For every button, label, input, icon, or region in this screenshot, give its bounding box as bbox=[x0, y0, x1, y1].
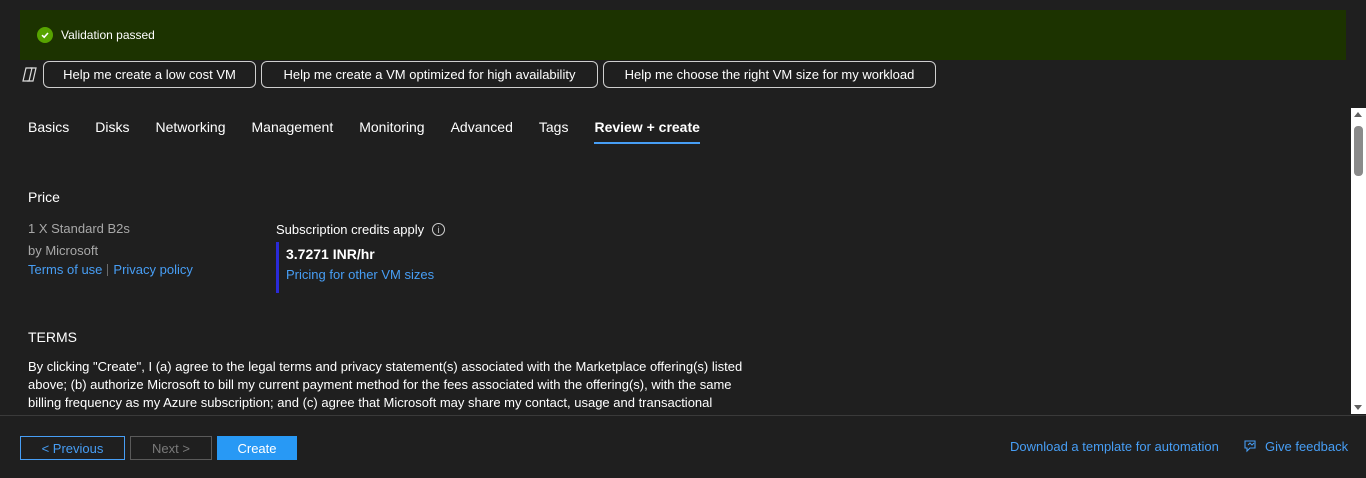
validation-banner: Validation passed bbox=[20, 10, 1346, 60]
scrollbar-thumb[interactable] bbox=[1354, 126, 1363, 176]
validation-status-text: Validation passed bbox=[61, 28, 155, 42]
link-divider bbox=[107, 263, 109, 276]
scroll-down-icon[interactable] bbox=[1354, 405, 1362, 410]
subscription-credits: Subscription credits apply i bbox=[276, 222, 446, 237]
price-summary: 3.7271 INR/hr Pricing for other VM sizes bbox=[276, 242, 434, 293]
vm-publisher: by Microsoft bbox=[28, 243, 99, 258]
download-template-link[interactable]: Download a template for automation bbox=[1010, 439, 1219, 454]
terms-body: By clicking "Create", I (a) agree to the… bbox=[28, 359, 743, 410]
previous-button[interactable]: < Previous bbox=[20, 436, 125, 460]
copilot-prompts-row: Help me create a low cost VM Help me cre… bbox=[20, 61, 941, 88]
success-check-icon bbox=[37, 27, 53, 43]
tab-basics[interactable]: Basics bbox=[28, 114, 69, 144]
give-feedback-label: Give feedback bbox=[1265, 439, 1349, 454]
vm-product-name: 1 X Standard B2s bbox=[28, 221, 130, 236]
prompt-low-cost-vm-button[interactable]: Help me create a low cost VM bbox=[43, 61, 256, 88]
copilot-icon bbox=[20, 66, 38, 84]
tab-monitoring[interactable]: Monitoring bbox=[359, 114, 424, 144]
give-feedback-link[interactable]: Give feedback bbox=[1243, 439, 1348, 454]
tab-management[interactable]: Management bbox=[252, 114, 334, 144]
privacy-policy-link[interactable]: Privacy policy bbox=[113, 262, 192, 277]
feedback-icon bbox=[1243, 439, 1258, 454]
tab-advanced[interactable]: Advanced bbox=[451, 114, 513, 144]
price-heading: Price bbox=[28, 189, 60, 205]
tab-tags[interactable]: Tags bbox=[539, 114, 569, 144]
price-amount: 3.7271 INR/hr bbox=[286, 246, 375, 262]
tab-review-create[interactable]: Review + create bbox=[594, 114, 701, 144]
subscription-credits-label: Subscription credits apply bbox=[276, 222, 425, 237]
create-button[interactable]: Create bbox=[217, 436, 297, 460]
terms-of-use-link[interactable]: Terms of use bbox=[28, 262, 102, 277]
tab-networking[interactable]: Networking bbox=[155, 114, 225, 144]
terms-heading: TERMS bbox=[28, 329, 77, 345]
next-button[interactable]: Next > bbox=[130, 436, 212, 460]
pricing-other-sizes-link[interactable]: Pricing for other VM sizes bbox=[286, 267, 434, 282]
footer-divider bbox=[0, 415, 1366, 416]
vertical-scrollbar[interactable] bbox=[1351, 108, 1366, 414]
info-icon[interactable]: i bbox=[432, 223, 446, 236]
wizard-tabs: Basics Disks Networking Management Monit… bbox=[28, 114, 726, 146]
scroll-up-icon[interactable] bbox=[1354, 112, 1362, 117]
legal-links: Terms of use Privacy policy bbox=[28, 262, 193, 277]
prompt-high-availability-vm-button[interactable]: Help me create a VM optimized for high a… bbox=[261, 61, 598, 88]
tab-disks[interactable]: Disks bbox=[95, 114, 129, 144]
prompt-choose-vm-size-button[interactable]: Help me choose the right VM size for my … bbox=[603, 61, 936, 88]
